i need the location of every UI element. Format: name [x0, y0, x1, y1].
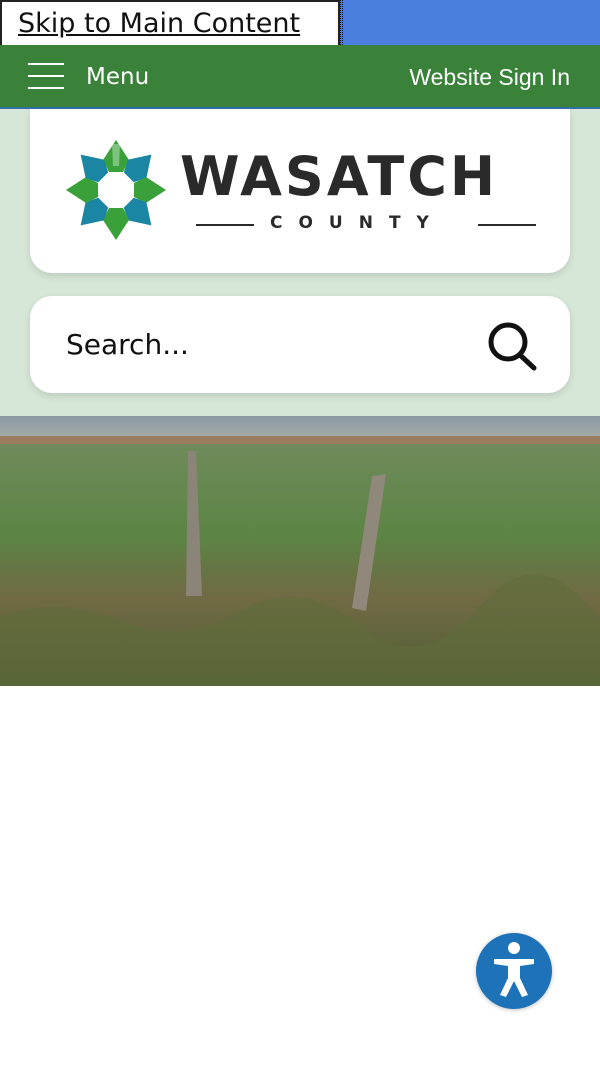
hamburger-line	[28, 87, 64, 89]
search-box	[30, 296, 570, 393]
focus-outline	[340, 0, 343, 45]
menu-label[interactable]: Menu	[86, 64, 149, 90]
wasatch-star-logo-icon	[66, 140, 166, 240]
hamburger-icon	[28, 63, 64, 65]
logo-wordmark: WASATCH	[180, 145, 499, 208]
hero-image-field-fence	[0, 416, 600, 686]
logo-card[interactable]: WASATCH COUNTY	[30, 109, 570, 273]
menu-button[interactable]	[28, 63, 64, 89]
logo-subtitle: COUNTY	[270, 213, 445, 233]
logo-subtitle-row: COUNTY	[196, 213, 536, 235]
menu-bar: Menu Website Sign In	[0, 45, 600, 109]
search-input[interactable]	[66, 324, 466, 364]
website-sign-in-link[interactable]: Website Sign In	[409, 64, 570, 91]
logo-rule-left	[196, 224, 254, 226]
logo-rule-right	[478, 224, 536, 226]
hamburger-line	[28, 75, 64, 77]
accessibility-button[interactable]	[476, 933, 552, 1009]
accessibility-person-icon	[494, 942, 534, 997]
search-icon[interactable]	[484, 320, 542, 372]
skip-to-main-content-link[interactable]: Skip to Main Content	[0, 0, 340, 45]
